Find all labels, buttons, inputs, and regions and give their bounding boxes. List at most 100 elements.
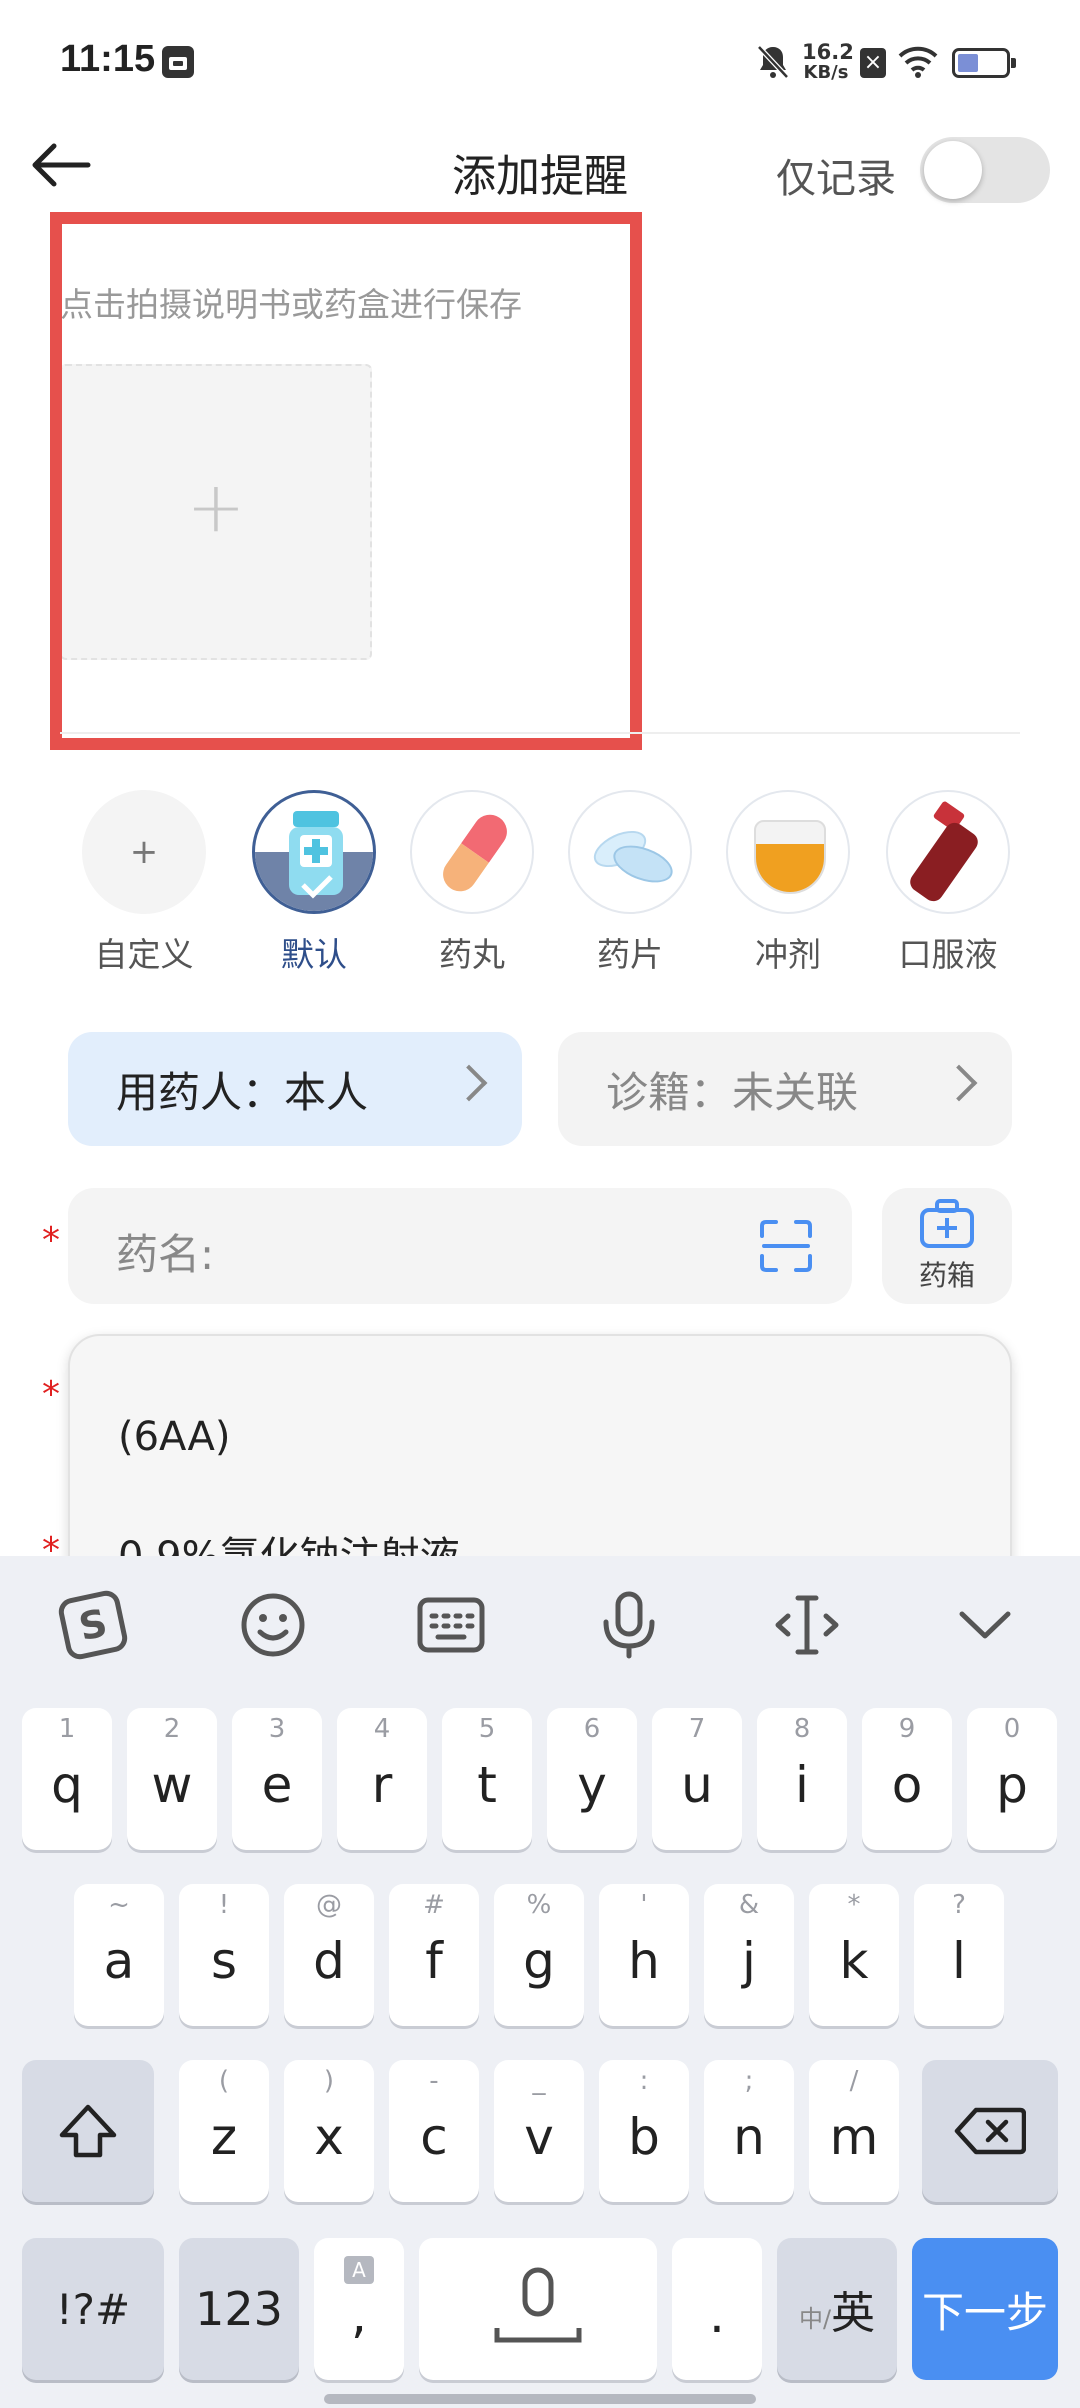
key-b[interactable]: :b — [599, 2060, 689, 2202]
key-o[interactable]: 9o — [862, 1708, 952, 1850]
key-e[interactable]: 3e — [232, 1708, 322, 1850]
key-m[interactable]: / m — [809, 2060, 899, 2202]
key-hint: 5 — [478, 1714, 496, 1744]
space-key[interactable] — [419, 2238, 657, 2380]
scan-icon[interactable] — [758, 1218, 814, 1274]
type-label: 默认 — [281, 935, 347, 974]
type-tablet[interactable]: 药片 — [568, 790, 692, 976]
key-char: h — [628, 1932, 660, 1990]
toggle-knob — [924, 141, 982, 199]
key-hint: ! — [218, 1890, 230, 1920]
key-x[interactable]: ) x — [284, 2060, 374, 2202]
key-s[interactable]: ! s — [179, 1884, 269, 2026]
type-label: 药丸 — [439, 935, 505, 974]
cursor-move-icon[interactable] — [772, 1590, 842, 1660]
type-label: 自定义 — [94, 935, 194, 974]
key-v[interactable]: _ v — [494, 2060, 584, 2202]
patient-label: 用药人：本人 — [116, 1067, 369, 1117]
shift-key[interactable] — [22, 2060, 154, 2202]
microphone-icon[interactable] — [594, 1590, 664, 1660]
key-char: f — [425, 1932, 443, 1990]
medicine-name-label: 药名: — [116, 1230, 215, 1279]
type-oral-liquid[interactable]: 口服液 — [886, 790, 1010, 976]
key-t[interactable]: 5t — [442, 1708, 532, 1850]
key-g[interactable]: % g — [494, 1884, 584, 2026]
record-only-toggle[interactable] — [920, 137, 1050, 203]
key-char: c — [420, 2108, 448, 2166]
type-label: 药片 — [597, 935, 663, 974]
key-a[interactable]: ~ a — [74, 1884, 164, 2026]
backspace-key[interactable] — [922, 2060, 1058, 2202]
key-f[interactable]: # f — [389, 1884, 479, 2026]
key-r[interactable]: 4r — [337, 1708, 427, 1850]
key-z[interactable]: (z — [179, 2060, 269, 2202]
capsule-icon — [410, 790, 534, 914]
emoji-icon[interactable] — [238, 1590, 308, 1660]
key-char: r — [371, 1756, 393, 1814]
backspace-icon — [954, 2107, 1026, 2155]
required-mark: * — [42, 1220, 60, 1261]
key-hint: / — [849, 2066, 859, 2096]
key-char: s — [210, 1932, 238, 1990]
key-hint: _ — [532, 2066, 546, 2096]
type-granule[interactable]: 冲剂 — [726, 790, 850, 976]
key-w[interactable]: 2w — [127, 1708, 217, 1850]
key-char: i — [795, 1756, 809, 1814]
key-char: . — [709, 2286, 725, 2344]
key-p[interactable]: 0p — [967, 1708, 1057, 1850]
key-hint: ) — [323, 2066, 335, 2096]
tablet-icon — [568, 790, 692, 914]
type-label: 口服液 — [898, 935, 998, 974]
key-hint: 2 — [163, 1714, 181, 1744]
key-q[interactable]: 1q — [22, 1708, 112, 1850]
diagnosis-selector[interactable]: 诊籍：未关联 — [558, 1032, 1012, 1146]
language-small-label: 中/ — [798, 2304, 832, 2333]
type-pill[interactable]: 药丸 — [410, 790, 534, 976]
oral-liquid-icon — [886, 790, 1010, 914]
chevron-right-icon — [940, 1064, 978, 1102]
key-char: j — [742, 1932, 756, 1990]
next-step-key[interactable]: 下一步 — [912, 2238, 1058, 2380]
key-char: k — [839, 1932, 869, 1990]
type-custom[interactable]: + 自定义 — [82, 790, 206, 976]
collapse-keyboard-icon[interactable] — [950, 1590, 1020, 1660]
numbers-key[interactable]: 123 — [179, 2238, 299, 2380]
home-indicator[interactable] — [324, 2394, 756, 2404]
key-l[interactable]: ? l — [914, 1884, 1004, 2026]
key-c[interactable]: -c — [389, 2060, 479, 2202]
key-k[interactable]: * k — [809, 1884, 899, 2026]
key-hint: ; — [744, 2066, 754, 2096]
patient-selector[interactable]: 用药人：本人 — [68, 1032, 522, 1146]
sim-off-icon: × — [860, 48, 886, 78]
key-hint: 8 — [793, 1714, 811, 1744]
type-default[interactable]: 默认 — [252, 790, 376, 976]
key-char: a — [103, 1932, 135, 1990]
key-u[interactable]: 7u — [652, 1708, 742, 1850]
sogou-logo-icon[interactable]: S — [56, 1588, 130, 1662]
key-char: x — [314, 2108, 344, 2166]
key-char: y — [577, 1756, 607, 1814]
suggestion-item[interactable]: (6AA) — [118, 1414, 231, 1460]
keyboard-layout-icon[interactable] — [416, 1590, 486, 1660]
key-char: u — [681, 1756, 713, 1814]
comma-key[interactable]: A , — [314, 2238, 404, 2380]
status-time: 11:15 — [60, 38, 156, 80]
shift-icon — [59, 2104, 117, 2158]
required-mark: * — [42, 1374, 60, 1415]
net-speed-value: 16.2 — [802, 40, 854, 64]
key-hint: 6 — [583, 1714, 601, 1744]
key-hint: ' — [640, 1890, 648, 1920]
language-toggle-key[interactable]: 中/英 — [777, 2238, 897, 2380]
net-speed-unit: KB/s — [803, 62, 849, 83]
key-n[interactable]: ; n — [704, 2060, 794, 2202]
key-i[interactable]: 8i — [757, 1708, 847, 1850]
key-d[interactable]: @ d — [284, 1884, 374, 2026]
medicine-box-button[interactable]: 药箱 — [882, 1188, 1012, 1304]
key-h[interactable]: ' h — [599, 1884, 689, 2026]
key-char: v — [524, 2108, 554, 2166]
key-j[interactable]: & j — [704, 1884, 794, 2026]
period-key[interactable]: . — [672, 2238, 762, 2380]
type-label: 冲剂 — [755, 935, 821, 974]
key-y[interactable]: 6y — [547, 1708, 637, 1850]
symbols-key[interactable]: !?# — [22, 2238, 164, 2380]
